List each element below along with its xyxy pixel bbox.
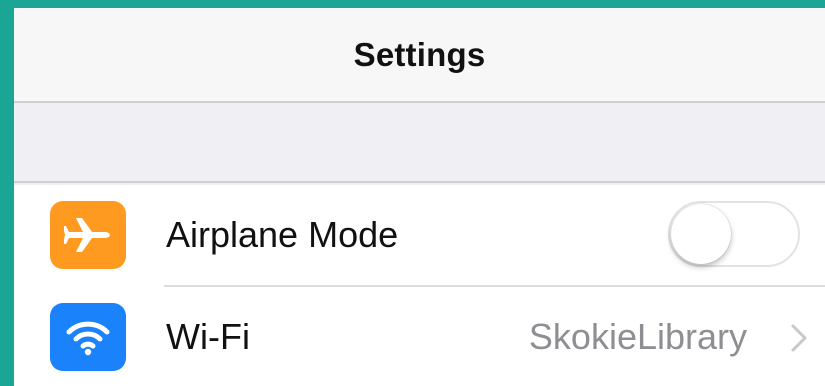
settings-screen: Settings Airplane Mode Wi-Fi SkokieLibra… xyxy=(14,8,825,386)
airplane-mode-label: Airplane Mode xyxy=(166,214,399,255)
settings-list: Airplane Mode Wi-Fi SkokieLibrary xyxy=(14,185,825,386)
airplane-glyph xyxy=(64,218,110,252)
settings-row-airplane-mode[interactable]: Airplane Mode xyxy=(14,185,825,287)
navigation-bar: Settings xyxy=(14,8,825,103)
wifi-glyph xyxy=(66,321,110,356)
settings-row-wifi[interactable]: Wi-Fi SkokieLibrary xyxy=(14,287,825,386)
wifi-label: Wi-Fi xyxy=(166,316,250,357)
chevron-right-icon xyxy=(791,324,807,352)
wifi-icon xyxy=(50,303,126,371)
toggle-knob[interactable] xyxy=(671,204,731,264)
airplane-icon xyxy=(50,201,126,269)
page-title: Settings xyxy=(353,35,486,73)
group-header-spacer xyxy=(14,105,825,183)
airplane-mode-toggle[interactable] xyxy=(668,201,800,267)
wifi-network-value: SkokieLibrary xyxy=(528,316,747,357)
